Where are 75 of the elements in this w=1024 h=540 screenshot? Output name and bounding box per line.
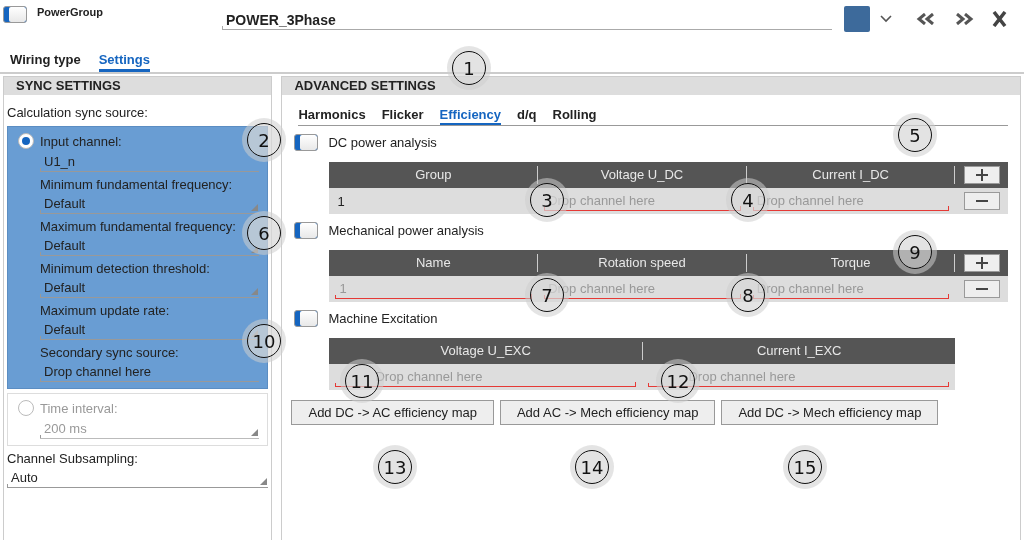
minus-icon (976, 288, 988, 290)
column-header: Name (414, 254, 452, 272)
toggle-switch[interactable] (294, 309, 319, 327)
column-header: Voltage U_DC (537, 166, 746, 184)
toggle-switch[interactable] (294, 221, 319, 239)
callout-number: 14 (575, 450, 609, 484)
field-label: Calculation sync source: (6, 104, 149, 122)
plus-icon (976, 257, 988, 269)
field-label: Minimum fundamental frequency: (40, 177, 234, 192)
option-label: Time interval: (40, 400, 118, 416)
remove-button[interactable] (964, 280, 1000, 298)
panel-header: ADVANCED SETTINGS (282, 77, 1020, 95)
minus-icon (976, 200, 988, 202)
tab[interactable]: Harmonics (298, 107, 366, 125)
tab[interactable]: Settings (98, 52, 150, 72)
resize-grip-icon (251, 288, 259, 295)
toggle-switch[interactable] (294, 133, 319, 151)
tab[interactable]: Wiring type (10, 52, 81, 72)
dropdown-field[interactable]: 200 ms (40, 420, 260, 439)
callout-number: 11 (345, 364, 379, 398)
callout-number: 5 (898, 118, 932, 152)
resize-grip-icon (251, 429, 259, 436)
add-map-button[interactable]: Add DC -> Mech efficiency map (721, 400, 939, 425)
column-header: Current I_DC (745, 166, 955, 184)
column-header: Group (414, 166, 453, 184)
column-header: Current I_EXC (641, 342, 956, 360)
input-field[interactable]: U1_n (40, 153, 260, 172)
tab[interactable]: d/q (517, 107, 537, 125)
callout-number: 13 (378, 450, 412, 484)
group-label: PowerGroup (37, 6, 104, 18)
field-label: Channel Subsampling: (7, 451, 139, 466)
callout-number: 6 (247, 216, 281, 250)
name-field[interactable]: POWER_3Phase (222, 12, 832, 30)
add-map-button[interactable]: Add DC -> AC efficiency map (291, 400, 494, 425)
dropdown-field[interactable]: Auto (7, 469, 269, 488)
input-field[interactable]: Drop channel here (40, 363, 260, 382)
tab[interactable]: Rolling (552, 107, 597, 125)
add-map-button[interactable]: Add AC -> Mech efficiency map (499, 400, 716, 425)
tab[interactable]: Efficiency (439, 107, 501, 125)
double-right-icon[interactable] (954, 13, 974, 25)
resize-grip-icon (251, 204, 259, 211)
add-button[interactable] (964, 254, 1000, 272)
callout-number: 2 (247, 123, 281, 157)
plus-icon (976, 169, 988, 181)
callout-number: 10 (247, 324, 281, 358)
tab[interactable]: Flicker (381, 107, 424, 125)
column-header: Voltage U_EXC (439, 342, 532, 360)
callout-number: 15 (788, 450, 822, 484)
dropdown-field[interactable]: Default (40, 279, 260, 298)
field-label: Minimum detection threshold: (40, 261, 211, 276)
table-cell-text: 1 (336, 193, 345, 209)
section-label: DC power analysis (328, 134, 437, 150)
radio-button[interactable] (18, 400, 34, 416)
field-label: Maximum fundamental frequency: (40, 219, 237, 234)
remove-button[interactable] (964, 192, 1000, 210)
panel-header: SYNC SETTINGS (4, 77, 272, 95)
section-label: Machine Excitation (328, 310, 438, 326)
add-button[interactable] (964, 166, 1000, 184)
close-icon[interactable] (992, 11, 1007, 27)
double-left-icon[interactable] (916, 13, 936, 25)
field-label: Maximum update rate: (40, 303, 171, 318)
option-label: Input channel: (40, 133, 122, 149)
color-swatch[interactable] (844, 6, 870, 32)
resize-grip-icon (260, 478, 268, 485)
resize-grip-icon (251, 330, 259, 337)
dropdown-field[interactable]: Default (40, 237, 260, 256)
radio-button[interactable] (18, 133, 34, 149)
column-header: Rotation speed (537, 254, 746, 272)
field-label: Secondary sync source: (40, 345, 180, 360)
callout-number: 1 (452, 51, 486, 85)
section-label: Mechanical power analysis (328, 222, 484, 238)
dropdown-field[interactable]: Default (40, 195, 260, 214)
toggle-switch[interactable] (3, 6, 27, 23)
resize-grip-icon (251, 246, 259, 253)
chevron-down-icon[interactable] (880, 15, 892, 23)
